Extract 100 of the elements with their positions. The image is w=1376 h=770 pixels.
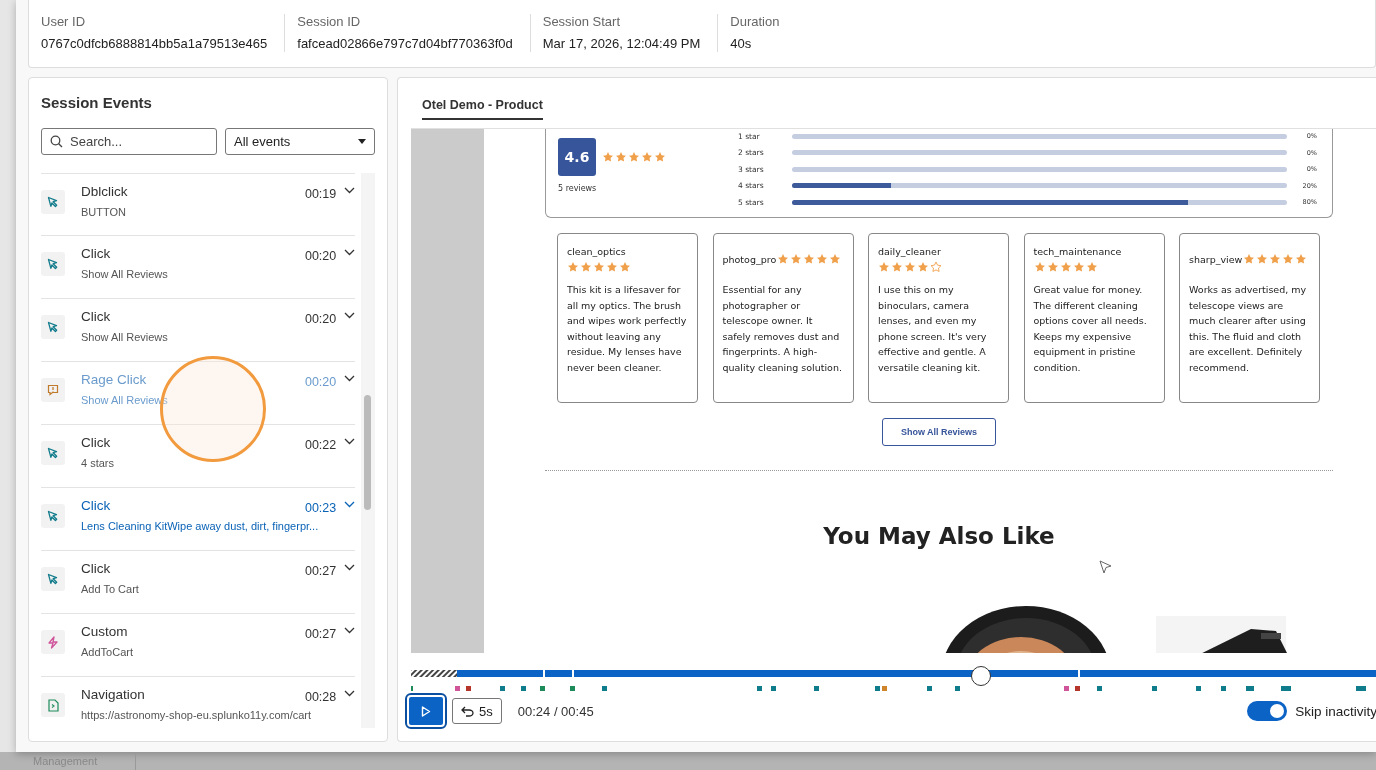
review-count: 5 reviews bbox=[558, 184, 598, 193]
chevron-down-icon[interactable] bbox=[344, 249, 356, 256]
star-icon bbox=[917, 260, 929, 273]
star-icon bbox=[1072, 260, 1085, 273]
event-time: 00:20 bbox=[304, 312, 337, 326]
review-author: clean_optics bbox=[567, 245, 626, 257]
event-time: 00:19 bbox=[304, 187, 337, 201]
star-icon bbox=[829, 253, 842, 265]
chevron-down-icon[interactable] bbox=[344, 187, 356, 194]
review-author: daily_cleaner bbox=[878, 245, 941, 257]
event-item[interactable]: Navigation 00:28 https://astronomy-shop-eu.splunko11y.com/cart bbox=[41, 677, 356, 728]
event-item[interactable]: Custom 00:27 AddToCart bbox=[41, 614, 356, 677]
chevron-down-icon[interactable] bbox=[344, 564, 356, 571]
star-icon bbox=[1085, 260, 1098, 273]
event-time: 00:20 bbox=[304, 375, 337, 389]
caret-icon bbox=[358, 139, 366, 144]
rewind-button[interactable]: 5s bbox=[452, 698, 502, 724]
search-field[interactable]: Search... bbox=[41, 128, 217, 155]
star-icon bbox=[1256, 253, 1269, 265]
star-icon bbox=[1033, 260, 1046, 273]
star-icon bbox=[654, 151, 666, 163]
star-icon bbox=[1269, 253, 1282, 265]
play-icon bbox=[421, 705, 431, 717]
star-icon bbox=[1243, 253, 1256, 265]
info-label: Duration bbox=[730, 14, 780, 29]
star-icon bbox=[567, 260, 579, 273]
rating-score: 4.6 bbox=[558, 138, 596, 176]
event-time: 00:23 bbox=[304, 501, 337, 515]
info-value: Mar 17, 2026, 12:04:49 PM bbox=[542, 36, 701, 51]
review-text: I use this on my binoculars, camera lenses, and even my phone screen. It's very effective and gentle. A versatile cleaning kit. bbox=[878, 283, 988, 375]
event-filter-dropdown[interactable]: All events bbox=[225, 128, 375, 155]
chevron-down-icon[interactable] bbox=[344, 627, 356, 634]
review-text: This kit is a lifesaver for all my optics. The brush and wipes work perfectly without leaving any residue. My lenses have never been cleaner. bbox=[567, 283, 688, 375]
event-time: 00:27 bbox=[304, 564, 337, 578]
star-icon bbox=[1282, 253, 1295, 265]
show-all-reviews-button[interactable]: Show All Reviews bbox=[882, 418, 996, 446]
skip-inactivity-toggle[interactable] bbox=[1247, 701, 1288, 721]
star-icon bbox=[641, 151, 653, 163]
cursor-icon bbox=[1099, 560, 1112, 574]
star-icon bbox=[878, 260, 890, 273]
chevron-down-icon[interactable] bbox=[344, 438, 356, 445]
event-title: Click bbox=[81, 435, 112, 452]
star-icon bbox=[1059, 260, 1072, 273]
event-title: Dblclick bbox=[81, 184, 129, 201]
chevron-down-icon[interactable] bbox=[344, 375, 356, 382]
cursor-icon bbox=[47, 447, 59, 459]
event-item[interactable]: Click 00:27 Add To Cart bbox=[41, 551, 356, 614]
event-item[interactable]: Click 00:23 Lens Cleaning KitWipe away dust, dirt, fingerpr... bbox=[41, 488, 356, 551]
event-detail: Lens Cleaning KitWipe away dust, dirt, fingerpr... bbox=[81, 520, 319, 532]
timeline-drawing[interactable] bbox=[411, 668, 1376, 692]
info-value: fafcead02866e797c7d04bf770363f0d bbox=[297, 36, 513, 51]
play-button[interactable] bbox=[407, 695, 445, 727]
page-tab[interactable]: Otel Demo - Product bbox=[422, 98, 543, 120]
event-time: 00:22 bbox=[304, 438, 337, 452]
event-title: Click bbox=[81, 561, 112, 578]
review-author: photog_pro bbox=[722, 253, 777, 265]
event-title: Custom bbox=[81, 624, 129, 641]
star-icon bbox=[615, 151, 627, 163]
chevron-down-icon[interactable] bbox=[344, 312, 356, 319]
lightning-icon bbox=[47, 635, 59, 649]
star-icon bbox=[619, 260, 631, 273]
chevron-down-icon[interactable] bbox=[344, 690, 356, 697]
review-author: tech_maintenance bbox=[1033, 245, 1122, 257]
section-heading: You May Also Like bbox=[822, 523, 1056, 549]
event-title: Click bbox=[81, 498, 112, 515]
review-author: sharp_view bbox=[1189, 253, 1243, 265]
star-icon bbox=[803, 253, 816, 265]
scrollbar[interactable] bbox=[361, 173, 375, 728]
info-value: 40s bbox=[730, 36, 753, 51]
event-detail: AddToCart bbox=[81, 646, 133, 658]
star-icon bbox=[904, 260, 916, 273]
star-icon bbox=[930, 260, 942, 273]
event-item[interactable]: Click 00:22 4 stars bbox=[41, 425, 356, 488]
event-item[interactable]: Dblclick 00:19 BUTTON bbox=[41, 173, 356, 236]
event-item[interactable]: Click 00:20 Show All Reviews bbox=[41, 299, 356, 362]
review-text: Works as advertised, my telescope views are much clearer after using this. The fluid and cloth are excellent. Definitely recommend. bbox=[1189, 283, 1308, 375]
search-icon bbox=[50, 135, 63, 148]
star-icon bbox=[816, 253, 829, 265]
cursor-icon bbox=[47, 510, 59, 522]
event-time: 00:20 bbox=[304, 249, 337, 263]
event-time: 00:27 bbox=[304, 627, 337, 641]
star-icon bbox=[777, 253, 790, 265]
chevron-down-icon[interactable] bbox=[344, 501, 356, 508]
star-icon bbox=[593, 260, 605, 273]
playhead-handle[interactable] bbox=[970, 666, 991, 686]
review-text: Essential for any photographer or telescope owner. It safely removes dust and fingerprints. A high-quality cleaning solution. bbox=[722, 283, 843, 375]
cursor-icon bbox=[47, 196, 59, 208]
event-detail: Show All Reviews bbox=[81, 331, 168, 343]
star-icon bbox=[891, 260, 903, 273]
panel-title: Session Events bbox=[41, 94, 153, 111]
event-detail: https://astronomy-shop-eu.splunko11y.com/cart bbox=[81, 709, 312, 721]
cursor-icon bbox=[47, 321, 59, 333]
info-value: 0767c0dfcb6888814bb5a1a79513e465 bbox=[41, 36, 268, 51]
cursor-icon bbox=[47, 573, 59, 585]
star-icon bbox=[606, 260, 618, 273]
playback-time: 00:24 / 00:45 bbox=[517, 703, 594, 719]
star-icon bbox=[1295, 253, 1308, 265]
event-item[interactable]: Click 00:20 Show All Reviews bbox=[41, 236, 356, 299]
event-title: Rage Click bbox=[81, 372, 148, 389]
event-title: Click bbox=[81, 309, 112, 326]
